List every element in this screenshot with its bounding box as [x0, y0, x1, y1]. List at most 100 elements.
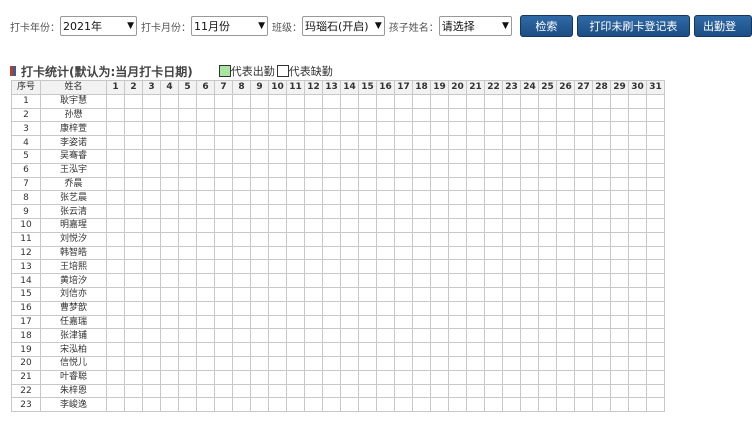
day-cell — [610, 369, 629, 385]
day-cell — [646, 190, 665, 206]
print-unswiped-button[interactable]: 打印未刷卡登记表 — [576, 15, 691, 37]
day-cell — [610, 328, 629, 344]
day-cell — [232, 314, 251, 330]
child-select-value: 请选择 — [441, 20, 475, 33]
child-select[interactable]: 请选择 ▼ — [438, 16, 512, 36]
day-cell — [574, 342, 593, 357]
day-cell — [268, 148, 287, 164]
day-cell — [232, 121, 251, 137]
year-select[interactable]: 2021年 ▼ — [60, 16, 137, 36]
day-cell — [646, 107, 665, 123]
day-cell — [628, 273, 647, 288]
month-select[interactable]: 11月份 ▼ — [191, 16, 268, 36]
day-cell — [556, 314, 575, 330]
day-cell — [376, 355, 395, 371]
day-cell — [322, 204, 341, 219]
day-cell — [322, 383, 341, 399]
day-cell — [304, 355, 323, 371]
day-cell — [556, 397, 575, 413]
day-cell — [142, 93, 161, 109]
table-row: 4 李姿诺 — [11, 135, 665, 150]
day-cell — [574, 383, 593, 399]
day-cell — [268, 217, 287, 233]
day-cell — [484, 314, 503, 330]
row-index: 2 — [11, 107, 41, 123]
header-index: 序号 — [11, 80, 41, 95]
day-cell — [214, 397, 233, 413]
day-cell — [124, 148, 143, 164]
table-row: 17 任嘉瑞 — [11, 314, 665, 330]
class-select[interactable]: 玛瑙石(开启) ▼ — [302, 16, 385, 36]
day-cell — [448, 148, 467, 164]
table-row: 16 曹梦歆 — [11, 300, 665, 316]
day-cell — [556, 93, 575, 109]
header-day: 29 — [610, 80, 629, 95]
day-cell — [214, 107, 233, 123]
day-cell — [412, 190, 431, 206]
day-cell — [286, 190, 305, 206]
day-cell — [646, 176, 665, 192]
chevron-down-icon: ▼ — [501, 21, 509, 31]
day-cell — [376, 397, 395, 413]
day-cell — [538, 369, 557, 385]
day-cell — [484, 148, 503, 164]
day-cell — [592, 383, 611, 399]
day-cell — [430, 314, 449, 330]
day-cell — [142, 162, 161, 178]
day-cell — [430, 273, 449, 288]
day-cell — [412, 369, 431, 385]
table-row: 20 信悦儿 — [11, 355, 665, 371]
attendance-table: 序号 姓名 1 2 3 4 5 6 7 8 9 10 11 12 13 14 15 16 17 18 19 20 21 2… — [11, 80, 665, 413]
row-index: 18 — [11, 328, 41, 344]
day-cell — [412, 135, 431, 150]
day-cell — [574, 259, 593, 275]
year-select-value: 2021年 — [63, 20, 102, 33]
day-cell — [412, 397, 431, 413]
day-cell — [268, 121, 287, 137]
day-cell — [574, 245, 593, 261]
day-cell — [358, 162, 377, 178]
day-cell — [412, 93, 431, 109]
day-cell — [358, 231, 377, 247]
day-cell — [430, 217, 449, 233]
search-button[interactable]: 检索 — [519, 15, 573, 37]
day-cell — [358, 314, 377, 330]
day-cell — [106, 369, 125, 385]
day-cell — [232, 259, 251, 275]
day-cell — [286, 259, 305, 275]
day-cell — [430, 328, 449, 344]
day-cell — [160, 107, 179, 123]
day-cell — [610, 273, 629, 288]
day-cell — [106, 176, 125, 192]
day-cell — [628, 204, 647, 219]
day-cell — [466, 286, 485, 302]
day-cell — [142, 148, 161, 164]
day-cell — [106, 217, 125, 233]
day-cell — [178, 300, 197, 316]
day-cell — [628, 342, 647, 357]
day-cell — [232, 190, 251, 206]
day-cell — [412, 300, 431, 316]
day-cell — [484, 217, 503, 233]
row-name: 李峻逸 — [40, 397, 107, 413]
attendance-button[interactable]: 出勤登 — [694, 15, 752, 37]
day-cell — [394, 231, 413, 247]
day-cell — [394, 273, 413, 288]
day-cell — [124, 397, 143, 413]
day-cell — [160, 121, 179, 137]
day-cell — [646, 369, 665, 385]
day-cell — [178, 204, 197, 219]
day-cell — [556, 135, 575, 150]
day-cell — [142, 328, 161, 344]
day-cell — [304, 231, 323, 247]
day-cell — [538, 397, 557, 413]
day-cell — [340, 300, 359, 316]
day-cell — [556, 245, 575, 261]
day-cell — [556, 204, 575, 219]
day-cell — [484, 176, 503, 192]
day-cell — [160, 314, 179, 330]
day-cell — [340, 107, 359, 123]
day-cell — [286, 107, 305, 123]
day-cell — [610, 204, 629, 219]
day-cell — [268, 342, 287, 357]
